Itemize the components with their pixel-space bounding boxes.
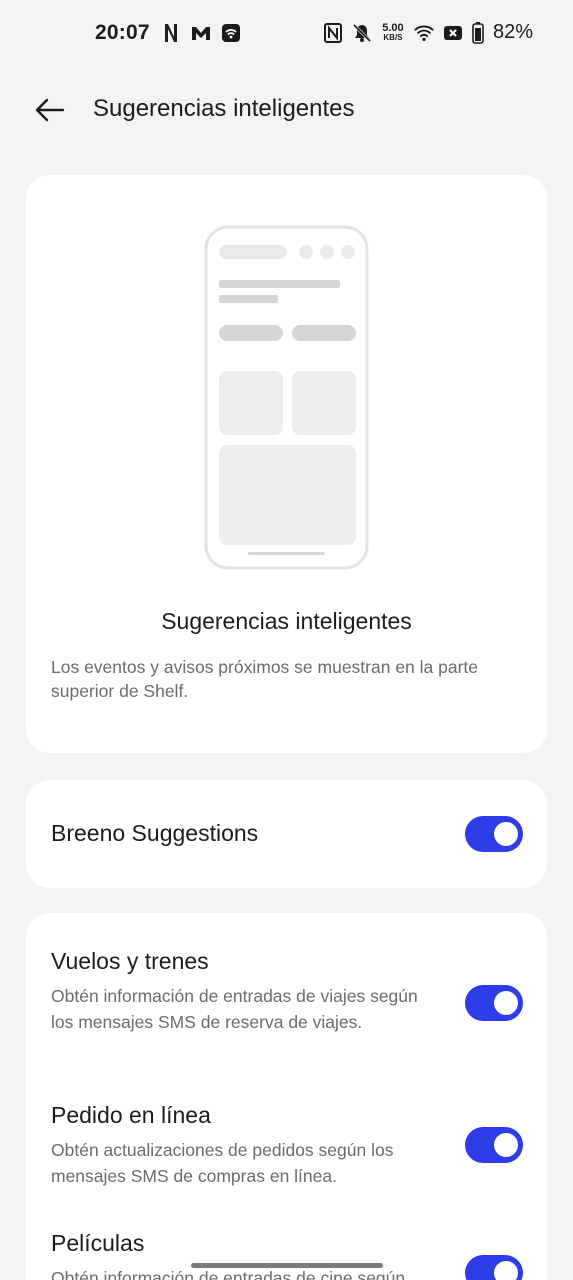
mute-icon xyxy=(351,22,373,44)
battery-percentage: 82% xyxy=(492,21,533,43)
battery-icon xyxy=(471,21,485,44)
toggle-knob xyxy=(494,1261,518,1280)
sim-off-icon xyxy=(442,22,464,44)
list-item-description: Obtén información de entradas de viajes … xyxy=(51,986,418,1032)
pedido-toggle[interactable] xyxy=(465,1127,523,1163)
vuelos-toggle[interactable] xyxy=(465,985,523,1021)
peliculas-toggle[interactable] xyxy=(465,1255,523,1280)
status-time: 20:07 xyxy=(95,21,150,44)
list-item-title: Películas xyxy=(51,1230,145,1256)
list-item-vuelos: Vuelos y trenes Obtén información de ent… xyxy=(51,948,521,1035)
gmail-icon xyxy=(190,22,212,44)
list-item-title: Vuelos y trenes xyxy=(51,948,209,974)
network-speed: 5.00 KB/S xyxy=(380,21,406,43)
back-button[interactable] xyxy=(30,92,70,128)
list-item-pedido: Pedido en línea Obtén actualizaciones de… xyxy=(51,1102,521,1189)
phone-illustration xyxy=(204,225,369,570)
wifi-app-icon xyxy=(220,22,242,44)
status-bar: 20:07 5.00 KB/S 82% xyxy=(0,0,573,68)
page-title: Sugerencias inteligentes xyxy=(93,95,355,122)
wifi-icon xyxy=(413,22,435,44)
netflix-icon xyxy=(160,22,182,44)
gesture-bar[interactable] xyxy=(191,1263,383,1268)
list-item-peliculas: Películas Obtén información de entradas … xyxy=(51,1230,521,1280)
suggestion-types-card: Vuelos y trenes Obtén información de ent… xyxy=(26,913,547,1280)
breeno-toggle[interactable] xyxy=(465,816,523,852)
intro-description: Los eventos y avisos próximos se muestra… xyxy=(51,657,479,701)
breeno-label: Breeno Suggestions xyxy=(51,820,259,846)
speed-value: 5.00 xyxy=(382,21,404,34)
list-item-description: Obtén actualizaciones de pedidos según l… xyxy=(51,1140,394,1186)
intro-card: Sugerencias inteligentes Los eventos y a… xyxy=(26,175,547,753)
nfc-icon xyxy=(322,22,344,44)
system-icons: 5.00 KB/S 82% xyxy=(322,21,533,44)
toggle-knob xyxy=(494,1133,518,1157)
breeno-card: Breeno Suggestions xyxy=(26,780,547,888)
speed-unit: KB/S xyxy=(383,32,403,42)
list-item-title: Pedido en línea xyxy=(51,1102,211,1128)
notification-icons xyxy=(160,22,242,44)
toggle-knob xyxy=(494,991,518,1015)
app-header: Sugerencias inteligentes xyxy=(0,80,573,140)
intro-title: Sugerencias inteligentes xyxy=(161,608,412,634)
toggle-knob xyxy=(494,822,518,846)
settings-page: 20:07 5.00 KB/S 82% Sugerencias intelige… xyxy=(0,0,573,1280)
arrow-left-icon xyxy=(35,98,65,122)
